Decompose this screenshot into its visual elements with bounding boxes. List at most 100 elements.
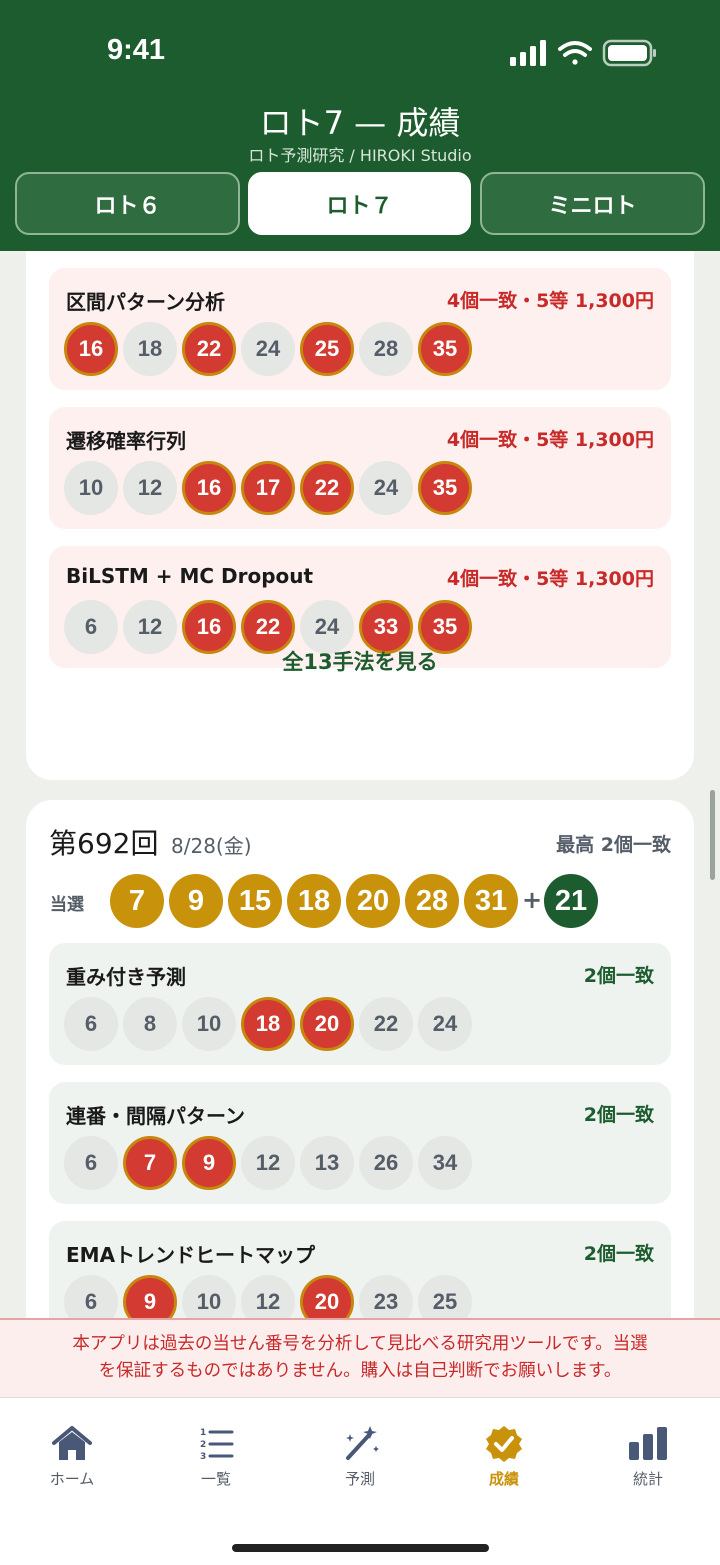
status-time: 9:41 — [107, 34, 166, 66]
tab-list[interactable]: 1 2 3 一覧 — [144, 1398, 288, 1498]
number-ball-hit: 22 — [182, 322, 236, 376]
app-header: 9:41 ロト7 — 成績 ロト予測研究 / HIROKI Studio ロト６… — [0, 0, 720, 251]
winning-ball: 31 — [464, 874, 518, 928]
list-icon: 1 2 3 — [200, 1428, 234, 1462]
tab-label: 成績 — [488, 1470, 519, 1488]
method-row[interactable]: 区間パターン分析 4個一致・5等 1,300円 16 18 22 24 25 28 35 — [49, 268, 671, 390]
status-icons — [510, 39, 656, 67]
number-ball: 18 — [123, 322, 177, 376]
method-name: 遷移確率行列 — [66, 429, 186, 453]
number-ball-hit: 35 — [418, 322, 472, 376]
method-result: 2個一致 — [583, 1243, 654, 1265]
method-result: 4個一致・5等 1,300円 — [446, 429, 654, 451]
winning-ball: 20 — [346, 874, 400, 928]
method-row[interactable]: 重み付き予測 2個一致 6 8 10 18 20 22 24 — [49, 943, 671, 1065]
number-ball-hit: 17 — [241, 461, 295, 515]
bonus-ball: 21 — [544, 874, 598, 928]
tab-stats[interactable]: 統計 — [576, 1398, 720, 1498]
number-ball: 10 — [182, 997, 236, 1051]
method-row[interactable]: EMAトレンドヒートマップ 2個一致 6 9 10 12 20 23 25 — [49, 1221, 671, 1321]
disclaimer-banner: 本アプリは過去の当せん番号を分析して見比べる研究用ツールです。当選 を保証するも… — [0, 1318, 720, 1397]
draw-number: 第692回 — [49, 827, 159, 860]
badge-check-icon — [486, 1426, 522, 1462]
draw-result-card: 第692回 8/28(金) 最高 2個一致 当選 7 9 15 18 20 28 31 + … — [26, 800, 694, 1321]
winning-ball: 28 — [405, 874, 459, 928]
winning-ball: 15 — [228, 874, 282, 928]
number-ball: 23 — [359, 1275, 413, 1321]
number-ball: 22 — [359, 997, 413, 1051]
wifi-icon — [558, 41, 592, 65]
method-name: 連番・間隔パターン — [66, 1104, 245, 1128]
best-match-badge: 最高 2個一致 — [556, 834, 671, 856]
number-ball: 24 — [418, 997, 472, 1051]
segment-loto7[interactable]: ロト７ — [248, 172, 471, 235]
number-ball: 10 — [182, 1275, 236, 1321]
tab-label: 一覧 — [200, 1470, 231, 1488]
winning-ball: 9 — [169, 874, 223, 928]
disclaimer-line-2: を保証するものではありません。購入は自己判断でお願いします。 — [98, 1361, 622, 1381]
method-result: 4個一致・5等 1,300円 — [446, 290, 654, 312]
home-icon — [52, 1426, 92, 1460]
tab-label: 予測 — [344, 1470, 375, 1488]
method-row[interactable]: 連番・間隔パターン 2個一致 6 7 9 12 13 26 34 — [49, 1082, 671, 1204]
number-ball: 12 — [123, 461, 177, 515]
number-ball-hit: 16 — [182, 461, 236, 515]
method-result: 4個一致・5等 1,300円 — [446, 568, 654, 590]
page-subtitle: ロト予測研究 / HIROKI Studio — [248, 146, 472, 165]
number-ball: 24 — [241, 322, 295, 376]
svg-text:1: 1 — [200, 1428, 206, 1438]
method-name: 区間パターン分析 — [66, 290, 225, 314]
draw-result-card: 区間パターン分析 4個一致・5等 1,300円 16 18 22 24 25 28 35 遷… — [26, 251, 694, 780]
number-ball: 12 — [241, 1275, 295, 1321]
number-ball: 28 — [359, 322, 413, 376]
number-ball-hit: 35 — [418, 461, 472, 515]
draw-date: 8/28(金) — [171, 834, 252, 858]
svg-text:2: 2 — [200, 1440, 206, 1450]
number-ball-hit: 18 — [241, 997, 295, 1051]
number-ball-hit: 16 — [64, 322, 118, 376]
bar-chart-icon — [629, 1427, 667, 1460]
method-result: 2個一致 — [583, 1104, 654, 1126]
method-row[interactable]: 遷移確率行列 4個一致・5等 1,300円 10 12 16 17 22 24 35 — [49, 407, 671, 529]
disclaimer-line-1: 本アプリは過去の当せん番号を分析して見比べる研究用ツールです。当選 — [72, 1334, 648, 1354]
tab-label: 統計 — [632, 1470, 663, 1488]
bottom-tab-bar: ホーム 1 2 3 一覧 予測 成績 統計 — [0, 1397, 720, 1565]
number-ball-hit: 22 — [300, 461, 354, 515]
tab-label: ホーム — [49, 1470, 95, 1488]
tab-results[interactable]: 成績 — [432, 1398, 576, 1498]
scroll-indicator[interactable] — [710, 790, 715, 880]
number-ball-hit: 7 — [123, 1136, 177, 1190]
number-ball: 6 — [64, 1275, 118, 1321]
number-ball: 34 — [418, 1136, 472, 1190]
number-ball: 8 — [123, 997, 177, 1051]
page-title: ロト7 — 成績 — [259, 104, 461, 142]
number-ball: 13 — [300, 1136, 354, 1190]
method-name: 重み付き予測 — [66, 965, 186, 989]
number-ball-hit: 25 — [300, 322, 354, 376]
number-ball: 26 — [359, 1136, 413, 1190]
tab-home[interactable]: ホーム — [0, 1398, 144, 1498]
see-all-methods-link[interactable]: 全13手法を見る — [26, 646, 694, 676]
tab-predict[interactable]: 予測 — [288, 1398, 432, 1498]
status-bar: 9:41 — [0, 0, 720, 100]
results-scroll-area[interactable]: 区間パターン分析 4個一致・5等 1,300円 16 18 22 24 25 28 35 遷… — [0, 251, 720, 1321]
winning-ball: 18 — [287, 874, 341, 928]
number-ball-hit: 9 — [123, 1275, 177, 1321]
number-ball: 6 — [64, 997, 118, 1051]
home-indicator[interactable] — [232, 1544, 489, 1552]
number-ball-hit: 20 — [300, 997, 354, 1051]
number-ball-hit: 20 — [300, 1275, 354, 1321]
winning-label: 当選 — [50, 895, 84, 915]
battery-icon — [602, 39, 656, 67]
segment-miniloto[interactable]: ミニロト — [480, 172, 705, 235]
magic-wand-icon — [346, 1426, 379, 1460]
segment-loto6[interactable]: ロト６ — [15, 172, 240, 235]
bonus-plus: + — [522, 886, 543, 914]
number-ball: 12 — [241, 1136, 295, 1190]
number-ball-hit: 9 — [182, 1136, 236, 1190]
winning-ball: 7 — [110, 874, 164, 928]
signal-icon — [510, 40, 546, 66]
method-result: 2個一致 — [583, 965, 654, 987]
number-ball: 25 — [418, 1275, 472, 1321]
svg-text:3: 3 — [200, 1452, 206, 1462]
